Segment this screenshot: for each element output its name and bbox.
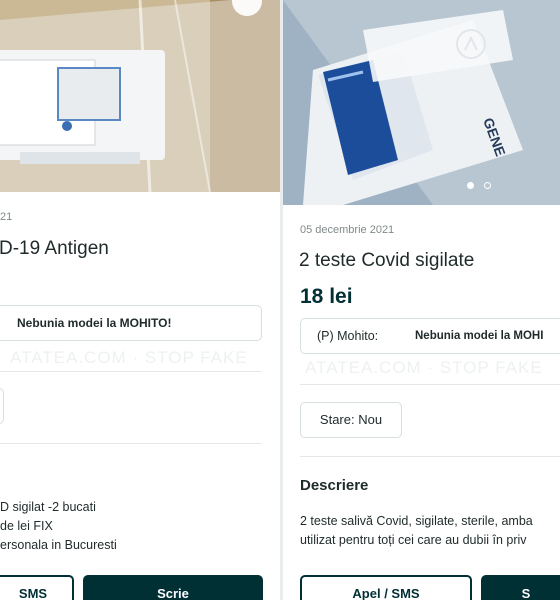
listing-title: 2 teste Covid sigilate: [299, 250, 475, 271]
carousel-dot[interactable]: [484, 182, 491, 189]
description-line-1: D sigilat -2 bucati: [0, 500, 96, 514]
carousel-dot-active[interactable]: [467, 182, 474, 189]
divider: [0, 443, 262, 444]
watermark-text: ATATEA.COM · STOP FAKE: [10, 348, 248, 367]
listing-photo[interactable]: [0, 0, 280, 192]
divider: [300, 456, 560, 457]
call-sms-button[interactable]: Apel / SMS: [300, 575, 472, 600]
seller-box[interactable]: (P) Mohito: Nebunia modei la MOHI: [300, 318, 560, 354]
write-message-button[interactable]: S: [481, 575, 560, 600]
left-listing-panel: 21 D-19 Antigen Nebunia modei la MOHITO!…: [0, 0, 280, 600]
description-line-2: de lei FIX: [0, 519, 53, 533]
divider: [300, 384, 560, 385]
listing-date: 21: [0, 211, 13, 223]
divider: [0, 371, 262, 372]
call-sms-button[interactable]: SMS: [0, 575, 74, 600]
condition-tag: [0, 388, 4, 424]
listing-photo[interactable]: GENE: [283, 0, 560, 205]
listing-price: 18 lei: [300, 285, 353, 308]
seller-name: Nebunia modei la MOHI: [415, 330, 544, 342]
right-listing-panel: GENE 05 decembrie 2021 2 teste Covid sig…: [283, 0, 560, 600]
product-test-kit-image: GENE: [283, 0, 560, 205]
product-package-image: [0, 0, 280, 192]
condition-tag: Stare: Nou: [300, 402, 402, 438]
seller-name: Nebunia modei la MOHITO!: [17, 316, 172, 330]
seller-box[interactable]: Nebunia modei la MOHITO!: [0, 305, 262, 341]
watermark-text: ATATEA.COM · STOP FAKE: [305, 358, 543, 377]
description-line-3: ersonala in Bucuresti: [0, 538, 117, 552]
description-heading: Descriere: [300, 477, 369, 494]
listing-title: D-19 Antigen: [0, 238, 109, 259]
listing-date: 05 decembrie 2021: [300, 224, 395, 236]
description-line-1: 2 teste salivă Covid, sigilate, sterile,…: [300, 514, 533, 528]
write-message-button[interactable]: Scrie: [83, 575, 263, 600]
description-line-2: utilizat pentru toți cei care au dubii î…: [300, 533, 527, 547]
seller-label: (P) Mohito:: [317, 329, 379, 343]
